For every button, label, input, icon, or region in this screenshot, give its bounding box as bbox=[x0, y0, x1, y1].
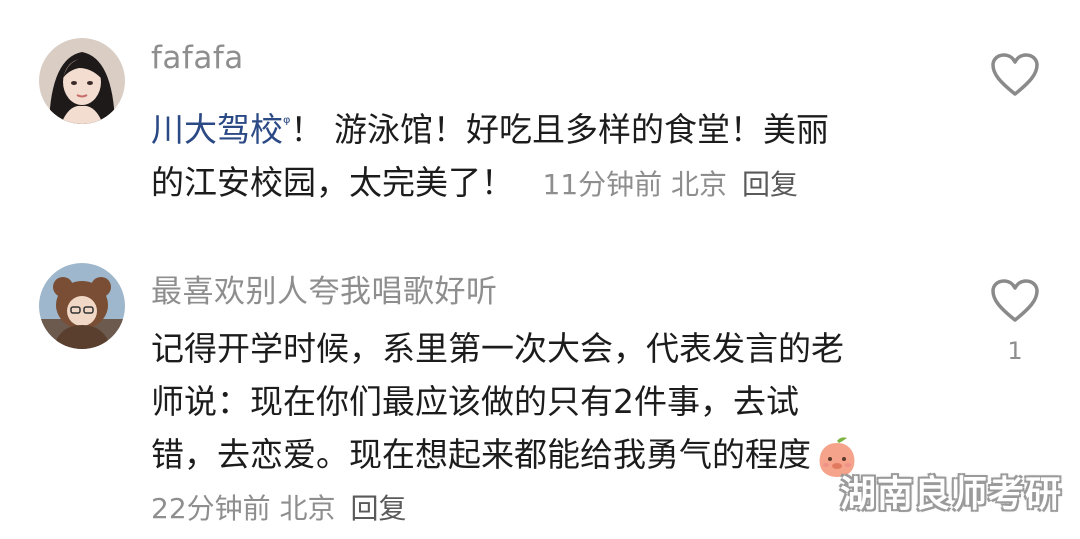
avatar-image bbox=[39, 263, 125, 349]
comment-time: 22分钟前 bbox=[151, 492, 271, 525]
like-heart-icon[interactable] bbox=[990, 278, 1040, 324]
like-count: 1 bbox=[1007, 337, 1023, 365]
comment-location: 北京 bbox=[671, 168, 728, 201]
watermark: 湖南良师考研 bbox=[839, 474, 1062, 515]
comment-username[interactable]: fafafa bbox=[151, 40, 244, 76]
comment-text: 川大驾校ᵠ！ 游泳馆！好吃且多样的食堂！美丽 的江安校园，太完美了！ 11分钟前… bbox=[151, 97, 951, 211]
avatar[interactable] bbox=[39, 38, 125, 124]
like-heart-icon[interactable] bbox=[990, 52, 1040, 98]
comment-username[interactable]: 最喜欢别人夸我唱歌好听 bbox=[151, 266, 498, 311]
comment-text-line1: ！ 游泳馆！好吃且多样的食堂！美丽 bbox=[290, 110, 829, 149]
avatar[interactable] bbox=[39, 263, 125, 349]
comment-location: 北京 bbox=[279, 492, 336, 525]
comment-text-line3: 错，去恋爱。现在想起来都能给我勇气的程度 bbox=[151, 435, 811, 474]
comment-meta: 11分钟前 北京 回复 bbox=[543, 168, 798, 201]
comment-text-line2: 师说：现在你们最应该做的只有2件事，去试 bbox=[151, 382, 799, 421]
reply-button[interactable]: 回复 bbox=[742, 168, 798, 201]
comment-text: 记得开学时候，系里第一次大会，代表发言的老 师说：现在你们最应该做的只有2件事，… bbox=[151, 322, 951, 481]
comment-time: 11分钟前 bbox=[542, 168, 663, 201]
mention-link[interactable]: 川大驾校ᵠ bbox=[151, 110, 290, 149]
reply-button[interactable]: 回复 bbox=[350, 492, 406, 525]
comment-text-line2: 的江安校园，太完美了！ bbox=[151, 163, 514, 202]
comment-meta: 22分钟前 北京 回复 bbox=[151, 487, 406, 527]
comment-text-line1: 记得开学时候，系里第一次大会，代表发言的老 bbox=[151, 329, 844, 368]
mention-link-label: 川大驾校 bbox=[151, 110, 283, 149]
avatar-image bbox=[39, 38, 125, 124]
